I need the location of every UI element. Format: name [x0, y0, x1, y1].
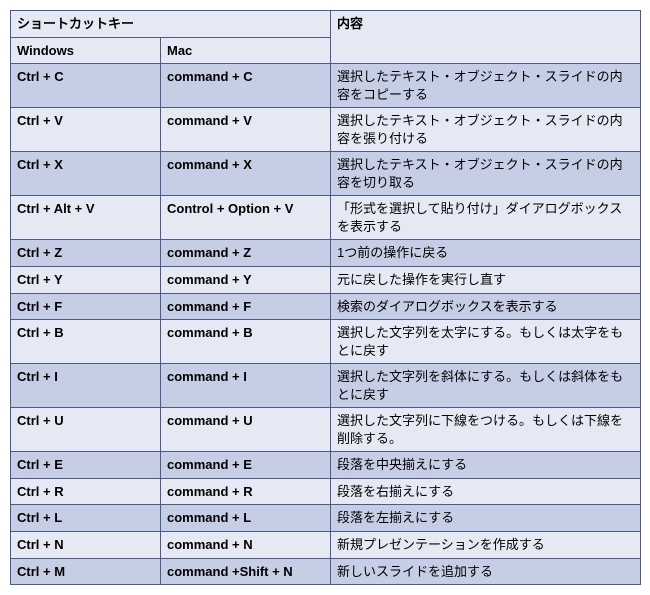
cell-windows: Ctrl + E: [11, 452, 161, 479]
cell-description: 選択した文字列に下線をつける。もしくは下線を削除する。: [331, 408, 641, 452]
table-row: Ctrl + Ncommand + N新規プレゼンテーションを作成する: [11, 532, 641, 559]
cell-description: 選択したテキスト・オブジェクト・スライドの内容を切り取る: [331, 152, 641, 196]
cell-windows: Ctrl + Z: [11, 240, 161, 267]
cell-description: 1つ前の操作に戻る: [331, 240, 641, 267]
cell-description: 選択した文字列を斜体にする。もしくは斜体をもとに戻す: [331, 364, 641, 408]
cell-description: 選択した文字列を太字にする。もしくは太字をもとに戻す: [331, 320, 641, 364]
cell-mac: command + Y: [161, 267, 331, 294]
cell-description: 段落を右揃えにする: [331, 478, 641, 505]
cell-mac: command + F: [161, 293, 331, 320]
header-windows: Windows: [11, 37, 161, 64]
cell-mac: command + V: [161, 108, 331, 152]
cell-mac: command + R: [161, 478, 331, 505]
shortcut-table: ショートカットキー 内容 Windows Mac Ctrl + Ccommand…: [10, 10, 641, 585]
table-row: Ctrl + Ucommand + U選択した文字列に下線をつける。もしくは下線…: [11, 408, 641, 452]
cell-description: 新しいスライドを追加する: [331, 558, 641, 585]
cell-windows: Ctrl + L: [11, 505, 161, 532]
cell-description: 選択したテキスト・オブジェクト・スライドの内容を張り付ける: [331, 108, 641, 152]
table-row: Ctrl + Ecommand + E段落を中央揃えにする: [11, 452, 641, 479]
table-row: Ctrl + Xcommand + X選択したテキスト・オブジェクト・スライドの…: [11, 152, 641, 196]
table-row: Ctrl + Rcommand + R段落を右揃えにする: [11, 478, 641, 505]
table-row: Ctrl + Icommand + I選択した文字列を斜体にする。もしくは斜体を…: [11, 364, 641, 408]
cell-windows: Ctrl + I: [11, 364, 161, 408]
table-row: Ctrl + Alt + VControl + Option + V「形式を選択…: [11, 196, 641, 240]
cell-mac: Control + Option + V: [161, 196, 331, 240]
cell-mac: command + B: [161, 320, 331, 364]
cell-mac: command + I: [161, 364, 331, 408]
cell-windows: Ctrl + N: [11, 532, 161, 559]
cell-mac: command + E: [161, 452, 331, 479]
cell-windows: Ctrl + U: [11, 408, 161, 452]
cell-windows: Ctrl + B: [11, 320, 161, 364]
cell-mac: command + L: [161, 505, 331, 532]
cell-windows: Ctrl + Alt + V: [11, 196, 161, 240]
cell-windows: Ctrl + R: [11, 478, 161, 505]
header-mac: Mac: [161, 37, 331, 64]
cell-windows: Ctrl + Y: [11, 267, 161, 294]
cell-description: 元に戻した操作を実行し直す: [331, 267, 641, 294]
cell-description: 新規プレゼンテーションを作成する: [331, 532, 641, 559]
table-row: Ctrl + Fcommand + F検索のダイアログボックスを表示する: [11, 293, 641, 320]
table-row: Ctrl + Ycommand + Y元に戻した操作を実行し直す: [11, 267, 641, 294]
header-row-1: ショートカットキー 内容: [11, 11, 641, 38]
cell-mac: command + X: [161, 152, 331, 196]
cell-windows: Ctrl + F: [11, 293, 161, 320]
cell-mac: command +Shift + N: [161, 558, 331, 585]
cell-mac: command + Z: [161, 240, 331, 267]
table-row: Ctrl + Lcommand + L段落を左揃えにする: [11, 505, 641, 532]
cell-description: 選択したテキスト・オブジェクト・スライドの内容をコピーする: [331, 64, 641, 108]
cell-description: 段落を中央揃えにする: [331, 452, 641, 479]
cell-windows: Ctrl + X: [11, 152, 161, 196]
header-shortcut: ショートカットキー: [11, 11, 331, 38]
table-row: Ctrl + Mcommand +Shift + N新しいスライドを追加する: [11, 558, 641, 585]
cell-windows: Ctrl + V: [11, 108, 161, 152]
table-row: Ctrl + Ccommand + C選択したテキスト・オブジェクト・スライドの…: [11, 64, 641, 108]
cell-windows: Ctrl + M: [11, 558, 161, 585]
table-row: Ctrl + Vcommand + V選択したテキスト・オブジェクト・スライドの…: [11, 108, 641, 152]
cell-windows: Ctrl + C: [11, 64, 161, 108]
cell-mac: command + U: [161, 408, 331, 452]
cell-description: 「形式を選択して貼り付け」ダイアログボックスを表示する: [331, 196, 641, 240]
cell-description: 段落を左揃えにする: [331, 505, 641, 532]
cell-description: 検索のダイアログボックスを表示する: [331, 293, 641, 320]
header-content: 内容: [331, 11, 641, 64]
table-row: Ctrl + Bcommand + B選択した文字列を太字にする。もしくは太字を…: [11, 320, 641, 364]
cell-mac: command + N: [161, 532, 331, 559]
cell-mac: command + C: [161, 64, 331, 108]
table-row: Ctrl + Zcommand + Z1つ前の操作に戻る: [11, 240, 641, 267]
